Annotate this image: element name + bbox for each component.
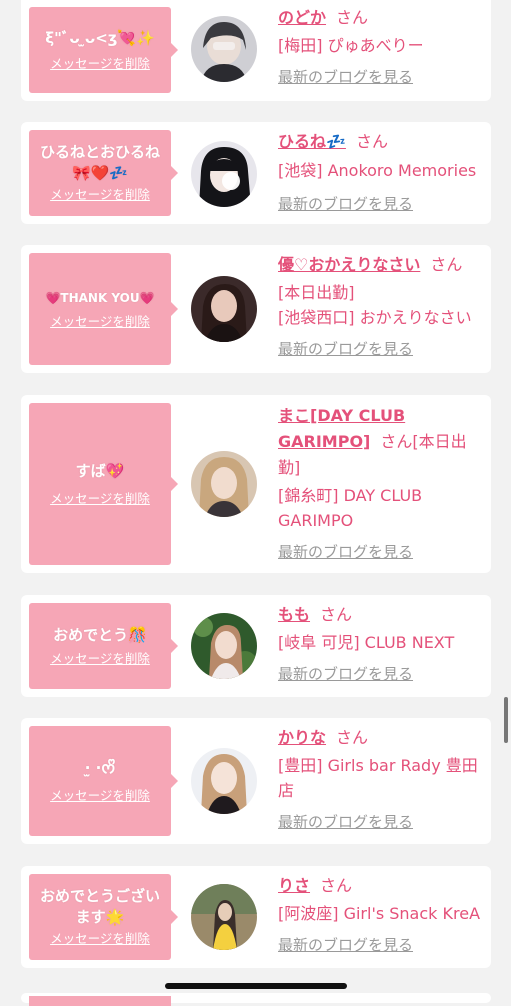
message-card: 💗THANK YOU💗 メッセージを削除 優♡おかえりなさい さん [本日出勤] … bbox=[21, 245, 491, 373]
shop-text: [池袋] Anokoro Memories bbox=[278, 161, 477, 180]
shop-text: [岐阜 可児] CLUB NEXT bbox=[278, 633, 455, 652]
shop-text: [本日出勤] bbox=[278, 283, 355, 302]
message-bubble: おめでとう🎊 メッセージを削除 bbox=[29, 603, 178, 689]
delete-message-link[interactable]: メッセージを削除 bbox=[50, 490, 150, 508]
message-text: おめでとう🎊 bbox=[53, 625, 147, 644]
avatar-image-icon bbox=[191, 141, 257, 207]
message-text: ·̫ ·ᰔᩚ bbox=[84, 758, 116, 777]
latest-blog-link[interactable]: 最新のブログを見る bbox=[278, 934, 413, 956]
message-card: ξ"ﾞᴗ ̫ᴗ<ʒ💘✨ メッセージを削除 のどか さん [梅田] ぴゅあべりー 最… bbox=[21, 0, 491, 101]
latest-blog-link[interactable]: 最新のブログを見る bbox=[278, 663, 413, 685]
latest-blog-link[interactable]: 最新のブログを見る bbox=[278, 193, 413, 215]
message-text: おめでとうございます🌟 bbox=[39, 887, 160, 926]
home-indicator[interactable] bbox=[165, 983, 347, 989]
shop-text: [梅田] ぴゅあべりー bbox=[278, 36, 424, 55]
message-text: すば💖 bbox=[75, 461, 125, 480]
delete-message-link[interactable]: メッセージを削除 bbox=[50, 186, 150, 204]
latest-blog-link[interactable]: 最新のブログを見る bbox=[278, 338, 413, 360]
message-bubble: ·̫ ·ᰔᩚ メッセージを削除 bbox=[29, 726, 178, 836]
delete-message-link[interactable]: メッセージを削除 bbox=[50, 313, 150, 331]
avatar-image-icon bbox=[191, 16, 257, 82]
user-name-link[interactable]: のどか bbox=[278, 8, 326, 27]
latest-blog-link[interactable]: 最新のブログを見る bbox=[278, 541, 413, 563]
user-info: まこ[DAY CLUB GARIMPO] さん[本日出勤] [錦糸町] DAY C… bbox=[278, 403, 483, 563]
user-name-link[interactable]: りさ bbox=[278, 876, 310, 895]
user-name-link[interactable]: 優♡おかえりなさい bbox=[278, 255, 420, 274]
avatar[interactable] bbox=[191, 451, 257, 517]
message-text: ξ"ﾞᴗ ̫ᴗ<ʒ💘✨ bbox=[45, 28, 155, 47]
message-bubble: 💗THANK YOU💗 メッセージを削除 bbox=[29, 253, 178, 365]
avatar[interactable] bbox=[191, 884, 257, 950]
avatar-image-icon bbox=[191, 884, 257, 950]
user-name-link[interactable]: かりな bbox=[278, 728, 326, 747]
message-text: 💗THANK YOU💗 bbox=[45, 290, 155, 305]
avatar-image-icon bbox=[191, 276, 257, 342]
user-name-link[interactable]: もも bbox=[278, 605, 310, 624]
avatar-image-icon bbox=[191, 451, 257, 517]
message-card: すば💖 メッセージを削除 まこ[DAY CLUB GARIMPO] さん[本日出勤… bbox=[21, 395, 491, 573]
shop-text: [錦糸町] DAY CLUB GARIMPO bbox=[278, 486, 423, 530]
message-bubble bbox=[29, 996, 171, 1006]
honorific: さん bbox=[380, 432, 413, 451]
user-info: りさ さん [阿波座] Girl's Snack KreA 最新のブログを見る bbox=[278, 874, 483, 956]
message-bubble: すば💖 メッセージを削除 bbox=[29, 403, 178, 565]
message-card: おめでとうございます🌟 メッセージを削除 りさ さん [阿波座] Girl's S… bbox=[21, 866, 491, 968]
avatar[interactable] bbox=[191, 16, 257, 82]
message-card: おめでとう🎊 メッセージを削除 もも さん [岐阜 可児] CLUB NEXT 最… bbox=[21, 595, 491, 697]
avatar[interactable] bbox=[191, 276, 257, 342]
avatar-image-icon bbox=[191, 613, 257, 679]
avatar-image-icon bbox=[191, 748, 257, 814]
user-name-link[interactable]: ひるね💤 bbox=[278, 132, 346, 151]
message-text: ひるねとおひるね🎀❤️💤 bbox=[39, 143, 160, 182]
user-info: もも さん [岐阜 可児] CLUB NEXT 最新のブログを見る bbox=[278, 603, 483, 685]
message-bubble: ひるねとおひるね🎀❤️💤 メッセージを削除 bbox=[29, 130, 178, 216]
honorific: さん bbox=[430, 255, 463, 274]
avatar[interactable] bbox=[191, 613, 257, 679]
scrollbar[interactable] bbox=[504, 697, 508, 743]
delete-message-link[interactable]: メッセージを削除 bbox=[50, 787, 150, 805]
honorific: さん bbox=[320, 876, 353, 895]
shop-text: [阿波座] Girl's Snack KreA bbox=[278, 904, 481, 923]
latest-blog-link[interactable]: 最新のブログを見る bbox=[278, 66, 413, 88]
avatar[interactable] bbox=[191, 748, 257, 814]
avatar[interactable] bbox=[191, 141, 257, 207]
message-bubble: おめでとうございます🌟 メッセージを削除 bbox=[29, 874, 178, 960]
honorific: さん bbox=[336, 8, 369, 27]
delete-message-link[interactable]: メッセージを削除 bbox=[50, 930, 150, 948]
delete-message-link[interactable]: メッセージを削除 bbox=[50, 55, 150, 73]
user-info: のどか さん [梅田] ぴゅあべりー 最新のブログを見る bbox=[278, 6, 483, 88]
delete-message-link[interactable]: メッセージを削除 bbox=[50, 650, 150, 668]
latest-blog-link[interactable]: 最新のブログを見る bbox=[278, 811, 413, 833]
next-card-peek bbox=[21, 993, 491, 1006]
message-card: ひるねとおひるね🎀❤️💤 メッセージを削除 ひるね💤 さん [池袋] Anokor… bbox=[21, 122, 491, 224]
honorific: さん bbox=[336, 728, 369, 747]
shop-text: [豊田] Girls bar Rady 豊田店 bbox=[278, 756, 478, 800]
honorific: さん bbox=[320, 605, 353, 624]
user-info: 優♡おかえりなさい さん [本日出勤] [池袋西口] おかえりなさい 最新のブログ… bbox=[278, 253, 483, 360]
honorific: さん bbox=[355, 132, 388, 151]
message-bubble: ξ"ﾞᴗ ̫ᴗ<ʒ💘✨ メッセージを削除 bbox=[29, 7, 178, 93]
user-info: かりな さん [豊田] Girls bar Rady 豊田店 最新のブログを見る bbox=[278, 726, 483, 833]
shop-text: [池袋西口] おかえりなさい bbox=[278, 308, 472, 327]
user-info: ひるね💤 さん [池袋] Anokoro Memories 最新のブログを見る bbox=[278, 130, 483, 215]
message-card: ·̫ ·ᰔᩚ メッセージを削除 かりな さん [豊田] Girls bar Rad… bbox=[21, 718, 491, 844]
